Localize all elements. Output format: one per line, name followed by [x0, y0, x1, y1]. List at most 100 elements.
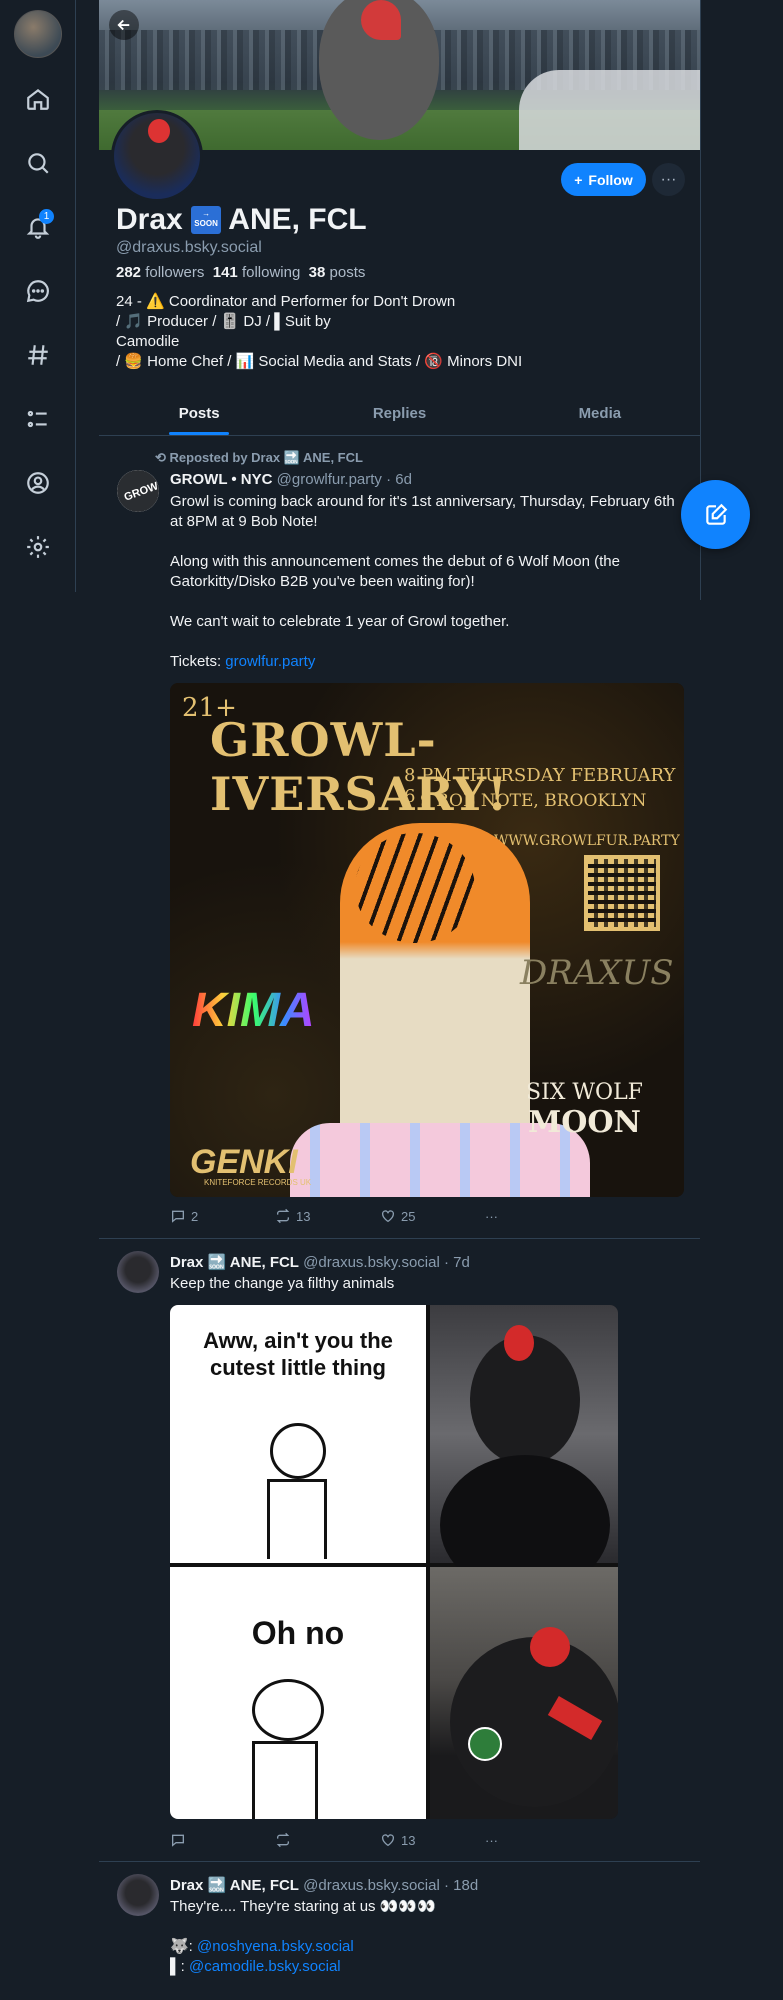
event-poster-image[interactable]: 21+ GROWL-IVERSARY! 8 PM THURSDAY FEBRUA…: [170, 683, 684, 1197]
display-name-suffix: ANE, FCL: [228, 203, 367, 236]
posts-stat: 38 posts: [308, 264, 366, 281]
profile-icon: [27, 472, 49, 494]
post-time[interactable]: · 7d: [444, 1254, 470, 1271]
ellipsis-icon: ···: [485, 1208, 498, 1224]
nav-chat[interactable]: [16, 269, 60, 313]
poster-artist-kima: KIMA: [192, 984, 315, 1037]
post-text: They're.... They're staring at us 👀👀👀 🐺:…: [170, 1897, 690, 1977]
poster-genki-sub: KNITEFORCE RECORDS UK: [204, 1178, 312, 1187]
author-avatar[interactable]: [117, 1874, 159, 1916]
post-handle[interactable]: @draxus.bsky.social: [303, 1877, 440, 1894]
growl-logo-icon: GROWL: [117, 470, 159, 512]
poster-url: WWW.GROWLFUR.PARTY: [494, 833, 680, 849]
mention-prefix: 🐺:: [170, 1938, 193, 1955]
nav-notifications[interactable]: 1: [16, 205, 60, 249]
post-more-button[interactable]: ···: [485, 1832, 590, 1848]
ellipsis-icon: ···: [485, 1832, 498, 1848]
poster-artist-genki: GENKI: [190, 1143, 298, 1181]
post-handle[interactable]: @draxus.bsky.social: [303, 1254, 440, 1271]
meme-panel-bottom-right-photo: [430, 1567, 618, 1819]
like-count: 13: [401, 1832, 416, 1848]
post-author[interactable]: GROWL • NYC: [170, 471, 272, 488]
nav-profile[interactable]: [16, 461, 60, 505]
meme-image-grid[interactable]: Aww, ain't you the cutest little thing O…: [170, 1305, 618, 1819]
post-text: Keep the change ya filthy animals: [170, 1275, 395, 1292]
nav-home[interactable]: [16, 77, 60, 121]
post-paragraph: We can't wait to celebrate 1 year of Gro…: [170, 613, 510, 630]
post-text: Growl is coming back around for it's 1st…: [170, 492, 690, 672]
repost-button[interactable]: 13: [275, 1208, 380, 1224]
arrow-left-icon: [117, 19, 130, 31]
nav-search[interactable]: [16, 141, 60, 185]
mention-link[interactable]: @noshyena.bsky.social: [197, 1938, 354, 1955]
nav-lists[interactable]: [16, 397, 60, 441]
post-time[interactable]: · 18d: [444, 1877, 478, 1894]
mention-prefix: ▌:: [170, 1958, 185, 1975]
post-handle[interactable]: @growlfur.party: [277, 471, 382, 488]
repost-indicator: ⟲ Reposted by Drax 🔜 ANE, FCL: [155, 450, 363, 466]
back-button[interactable]: [109, 10, 139, 40]
bio-line: Camodile: [116, 333, 180, 350]
reply-button[interactable]: [170, 1832, 275, 1848]
tab-replies[interactable]: Replies: [299, 392, 499, 435]
post-paragraph: Along with this announcement comes the d…: [170, 553, 620, 590]
stick-figure-head: [270, 1423, 326, 1479]
tickets-link[interactable]: growlfur.party: [225, 653, 315, 670]
search-icon: [28, 153, 49, 174]
poster-address: 9 BOB NOTE, BROOKLYN: [420, 791, 647, 811]
meme-panel-bottom-left: Oh no: [170, 1567, 426, 1819]
tab-posts[interactable]: Posts: [99, 392, 299, 435]
home-icon: [27, 88, 49, 110]
compose-button[interactable]: [681, 480, 750, 549]
poster-artist-sixwolfmoon: SIX WOLF MOON: [526, 1078, 643, 1141]
notification-badge: 1: [39, 209, 54, 224]
tab-media[interactable]: Media: [500, 392, 700, 435]
soon-tag-text: SOON: [194, 219, 218, 228]
left-nav-rail: 1: [0, 0, 76, 592]
plus-icon: +: [574, 171, 583, 188]
repost-button[interactable]: [275, 1832, 380, 1848]
profile-display-name: Drax → SOON ANE, FCL: [116, 203, 367, 237]
mention-link[interactable]: @camodile.bsky.social: [189, 1958, 341, 1975]
mention-line: 🐺: @noshyena.bsky.social: [170, 1937, 690, 1957]
sixwolf-line1: SIX WOLF: [526, 1080, 643, 1105]
meme-panel-top-left: Aww, ain't you the cutest little thing: [170, 1305, 426, 1563]
follow-button[interactable]: + Follow: [561, 163, 646, 196]
post-paragraph: Growl is coming back around for it's 1st…: [170, 493, 675, 530]
post-author[interactable]: Drax 🔜 ANE, FCL: [170, 1254, 299, 1271]
like-button[interactable]: 13: [380, 1832, 485, 1848]
post-paragraph: They're.... They're staring at us 👀👀👀: [170, 1898, 436, 1915]
repost-count: 13: [296, 1208, 311, 1224]
profile-more-button[interactable]: ···: [652, 163, 685, 196]
reply-count: 2: [191, 1208, 199, 1224]
heart-icon: [382, 1210, 394, 1223]
meme-caption-top: Aww, ain't you the cutest little thing: [203, 1328, 393, 1380]
repost-icon: [276, 1832, 290, 1848]
display-name-text: Drax: [116, 203, 183, 236]
author-avatar[interactable]: GROWL: [117, 470, 159, 512]
following-stat[interactable]: 141 following: [213, 264, 301, 281]
reply-button[interactable]: 2: [170, 1208, 275, 1224]
post-author[interactable]: Drax 🔜 ANE, FCL: [170, 1877, 299, 1894]
profile-bio: 24 - ⚠️ Coordinator and Performer for Do…: [116, 292, 686, 372]
qr-code: [584, 855, 660, 931]
nav-feeds[interactable]: [16, 333, 60, 377]
tiger-head-illustration: [355, 833, 475, 943]
compose-icon: [705, 503, 727, 525]
post-more-button[interactable]: ···: [485, 1208, 590, 1224]
like-count: 25: [401, 1208, 416, 1224]
current-user-avatar[interactable]: [14, 10, 62, 58]
heart-icon: [382, 1834, 394, 1847]
like-button[interactable]: 25: [380, 1208, 485, 1224]
nav-settings[interactable]: [16, 525, 60, 569]
feed-post[interactable]: Drax 🔜 ANE, FCL @draxus.bsky.social · 18…: [99, 1862, 700, 2000]
profile-tabs: Posts Replies Media: [99, 392, 700, 436]
author-avatar[interactable]: [117, 1251, 159, 1293]
soon-arrow-emoji: → SOON: [191, 206, 222, 234]
profile-avatar[interactable]: [111, 110, 203, 202]
meme-panel-top-right-photo: [430, 1305, 618, 1595]
post-time[interactable]: · 6d: [386, 471, 412, 488]
post-header: Drax 🔜 ANE, FCL @draxus.bsky.social · 7d: [170, 1253, 470, 1271]
followers-stat[interactable]: 282 followers: [116, 264, 204, 281]
follow-label: Follow: [588, 171, 633, 188]
